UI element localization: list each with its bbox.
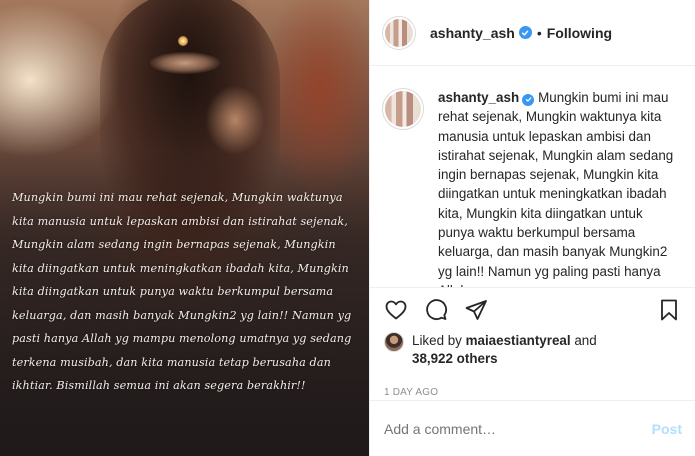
paper-plane-icon[interactable] <box>464 298 488 322</box>
action-bar <box>370 288 695 332</box>
heart-icon[interactable] <box>384 298 408 322</box>
post-header: ashanty_ash • Following <box>370 0 695 66</box>
image-figure-hand <box>205 85 265 155</box>
caption-avatar[interactable] <box>382 88 424 130</box>
likes-count[interactable]: 38,922 others <box>412 351 498 366</box>
image-overlay-text: Mungkin bumi ini mau rehat sejenak, Mung… <box>12 191 352 392</box>
likes-summary: Liked by maiaestiantyreal and 38,922 othe… <box>370 332 695 372</box>
image-figure-jewel <box>178 36 188 46</box>
author-username[interactable]: ashanty_ash <box>430 25 515 41</box>
caption-text: ashanty_ash Mungkin bumi ini mau rehat se… <box>438 88 679 287</box>
header-separator: • <box>536 24 542 41</box>
liked-by-username[interactable]: maiaestiantyreal <box>466 333 571 348</box>
post-image[interactable]: Mungkin bumi ini mau rehat sejenak, Mung… <box>0 0 369 456</box>
comment-bar: Post <box>370 400 695 456</box>
verified-badge-icon <box>518 26 532 39</box>
caption-username[interactable]: ashanty_ash <box>438 90 519 105</box>
post-comment-button[interactable]: Post <box>652 421 682 437</box>
post-panel: ashanty_ash • Following ashanty_ash Mungk… <box>369 0 695 456</box>
verified-badge-icon <box>522 93 535 106</box>
likes-prefix: Liked by <box>412 333 462 348</box>
following-button[interactable]: Following <box>547 25 612 41</box>
image-figure-eyes <box>150 52 220 74</box>
likes-and: and <box>574 333 597 348</box>
liker-avatar[interactable] <box>384 332 404 352</box>
caption-body: Mungkin bumi ini mau rehat sejenak, Mung… <box>438 90 674 287</box>
speech-bubble-icon[interactable] <box>424 298 448 322</box>
caption: ashanty_ash Mungkin bumi ini mau rehat se… <box>370 66 695 288</box>
bookmark-icon[interactable] <box>657 298 681 322</box>
comment-input[interactable] <box>384 420 652 437</box>
author-avatar[interactable] <box>382 15 416 50</box>
